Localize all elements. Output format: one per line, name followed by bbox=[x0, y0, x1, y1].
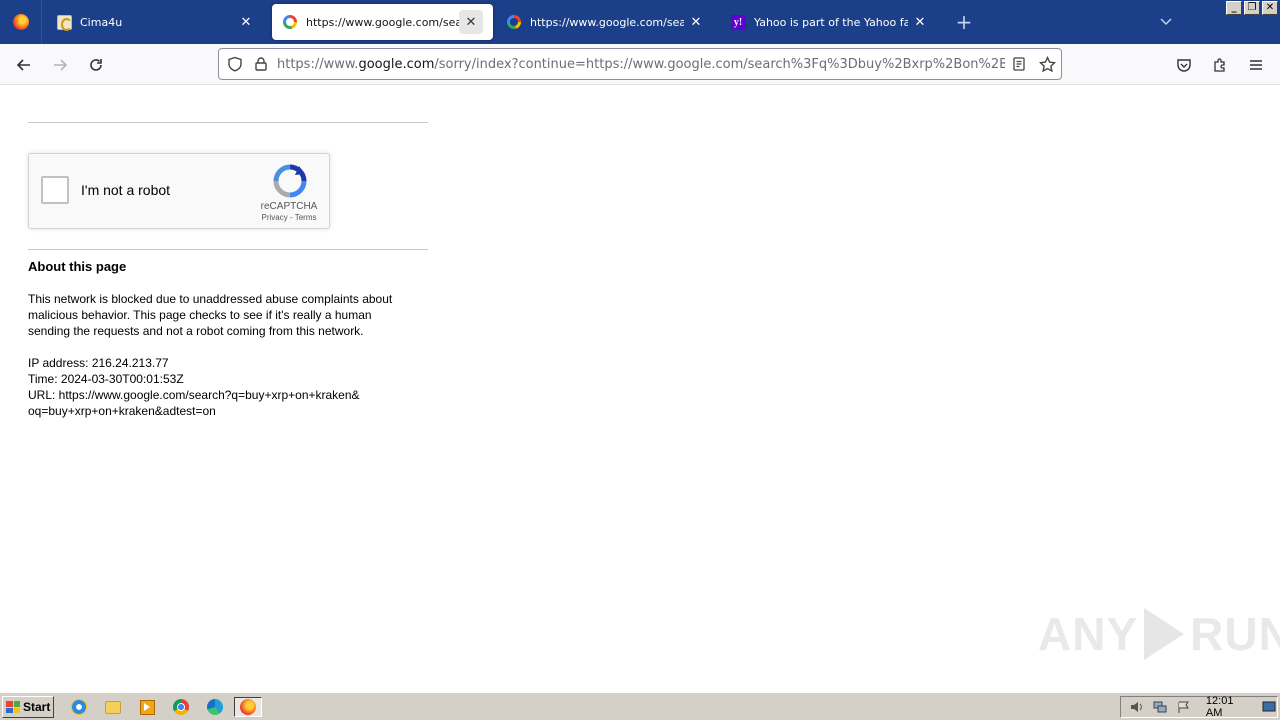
show-desktop-icon[interactable] bbox=[1261, 700, 1277, 714]
url-prefix: https://www. bbox=[277, 56, 359, 72]
tab-title: Cima4u bbox=[80, 15, 123, 29]
close-tab-icon[interactable]: ✕ bbox=[234, 10, 258, 34]
firefox-taskbar-button[interactable] bbox=[234, 697, 262, 717]
minimize-button[interactable]: _ bbox=[1226, 1, 1242, 15]
url-path: /sorry/index?continue=https://www.google… bbox=[434, 56, 1005, 72]
google-favicon-icon bbox=[506, 14, 522, 30]
firefox-icon bbox=[12, 14, 29, 30]
restore-button[interactable]: ❐ bbox=[1244, 1, 1260, 15]
tab-title: Yahoo is part of the Yahoo family of bra… bbox=[754, 15, 908, 29]
list-all-tabs-icon[interactable] bbox=[1152, 10, 1180, 34]
watermark-text-right: RUN bbox=[1190, 608, 1280, 660]
play-icon bbox=[1144, 608, 1185, 660]
url-line-continued: oq=buy+xrp+on+kraken&adtest=on bbox=[28, 404, 216, 418]
app-menu-button[interactable] bbox=[1241, 50, 1271, 80]
tab-cima4u[interactable]: Cima4u ✕ bbox=[46, 0, 268, 44]
google-favicon-icon bbox=[282, 14, 298, 30]
internet-explorer-icon bbox=[71, 699, 87, 715]
chrome-icon bbox=[173, 699, 189, 715]
url-domain: google.com bbox=[358, 56, 435, 72]
forward-button[interactable] bbox=[45, 50, 75, 80]
network-icon[interactable] bbox=[1153, 700, 1169, 714]
folder-icon bbox=[105, 700, 121, 714]
system-tray: 12:01 AM bbox=[1120, 695, 1278, 719]
url-text[interactable]: https://www.google.com/sorry/index?conti… bbox=[277, 57, 1005, 72]
hamburger-menu-icon bbox=[1250, 60, 1262, 70]
start-button[interactable]: Start bbox=[2, 696, 54, 718]
close-tab-icon[interactable]: ✕ bbox=[684, 10, 708, 34]
recaptcha-widget: I'm not a robot reCAPTCHA Privacy - Term… bbox=[28, 153, 330, 229]
navigation-toolbar: https://www.google.com/sorry/index?conti… bbox=[0, 44, 1280, 85]
firefox-view-button[interactable] bbox=[0, 0, 42, 44]
close-tab-icon[interactable]: ✕ bbox=[908, 10, 932, 34]
page-content: I'm not a robot reCAPTCHA Privacy - Term… bbox=[0, 85, 1280, 692]
cima4u-favicon-icon bbox=[56, 14, 72, 31]
reader-view-icon[interactable] bbox=[1005, 50, 1033, 78]
edge-icon bbox=[207, 699, 223, 715]
windows-taskbar: Start 12:01 AM bbox=[0, 692, 1280, 720]
windows-flag-icon bbox=[6, 701, 20, 713]
ip-address-line: IP address: 216.24.213.77 bbox=[28, 356, 169, 370]
start-label: Start bbox=[23, 700, 51, 714]
divider-middle bbox=[28, 249, 428, 250]
tab-title: https://www.google.com/search?q=buy+xrp bbox=[530, 15, 684, 29]
reload-button[interactable] bbox=[81, 50, 111, 80]
taskbar-clock[interactable]: 12:01 AM bbox=[1206, 695, 1251, 719]
file-explorer-launcher[interactable] bbox=[102, 697, 124, 717]
tab-title: https://www.google.com/search?q=buy+xrp+… bbox=[306, 15, 459, 29]
time-line: Time: 2024-03-30T00:01:53Z bbox=[28, 372, 184, 386]
internet-explorer-launcher[interactable] bbox=[68, 697, 90, 717]
tab-yahoo[interactable]: y! Yahoo is part of the Yahoo family of … bbox=[720, 0, 942, 44]
about-line: sending the requests and not a robot com… bbox=[28, 324, 364, 338]
recaptcha-checkbox[interactable] bbox=[41, 176, 69, 204]
action-center-flag-icon[interactable] bbox=[1176, 700, 1192, 714]
request-info: IP address: 216.24.213.77 Time: 2024-03-… bbox=[28, 355, 438, 419]
watermark-text-left: ANY bbox=[1038, 608, 1139, 660]
yahoo-favicon-icon: y! bbox=[730, 14, 746, 30]
extensions-button[interactable] bbox=[1205, 50, 1235, 80]
recaptcha-privacy-terms-links[interactable]: Privacy - Terms bbox=[251, 213, 327, 222]
about-line: This network is blocked due to unaddress… bbox=[28, 292, 393, 306]
close-window-button[interactable]: ✕ bbox=[1262, 1, 1278, 15]
window-controls: _ ❐ ✕ bbox=[1226, 1, 1278, 15]
url-bar[interactable]: https://www.google.com/sorry/index?conti… bbox=[218, 48, 1062, 80]
tab-strip: Cima4u ✕ https://www.google.com/search?q… bbox=[0, 0, 1280, 44]
about-line: malicious behavior. This page checks to … bbox=[28, 308, 372, 322]
anyrun-watermark: ANY RUN bbox=[1038, 607, 1280, 661]
tracking-protection-shield-icon[interactable] bbox=[225, 54, 245, 74]
lock-icon[interactable] bbox=[251, 54, 271, 74]
volume-icon[interactable] bbox=[1129, 700, 1145, 714]
puzzle-piece-icon bbox=[1214, 58, 1225, 72]
new-tab-icon[interactable]: + bbox=[950, 10, 978, 34]
recaptcha-brand-text: reCAPTCHA bbox=[260, 201, 318, 212]
divider-top bbox=[28, 122, 428, 123]
chrome-launcher[interactable] bbox=[170, 697, 192, 717]
about-description: This network is blocked due to unaddress… bbox=[28, 291, 438, 339]
close-tab-icon[interactable]: ✕ bbox=[459, 10, 483, 34]
pocket-icon bbox=[1177, 59, 1191, 72]
back-button[interactable] bbox=[9, 50, 39, 80]
media-player-icon bbox=[139, 699, 155, 715]
tab-google-search[interactable]: https://www.google.com/search?q=buy+xrp … bbox=[496, 0, 718, 44]
tab-google-search-active[interactable]: https://www.google.com/search?q=buy+xrp+… bbox=[272, 4, 493, 40]
media-player-launcher[interactable] bbox=[136, 697, 158, 717]
about-section-heading: About this page bbox=[28, 259, 127, 274]
recaptcha-logo-icon bbox=[273, 164, 307, 198]
bookmark-star-icon[interactable] bbox=[1033, 50, 1061, 78]
firefox-icon bbox=[240, 699, 256, 715]
url-line: URL: https://www.google.com/search?q=buy… bbox=[28, 388, 360, 402]
arrow-right-icon bbox=[54, 59, 68, 71]
arrow-left-icon bbox=[16, 59, 30, 71]
reload-icon bbox=[90, 59, 102, 71]
pocket-button[interactable] bbox=[1169, 50, 1199, 80]
edge-launcher[interactable] bbox=[204, 697, 226, 717]
recaptcha-label: I'm not a robot bbox=[81, 182, 171, 198]
